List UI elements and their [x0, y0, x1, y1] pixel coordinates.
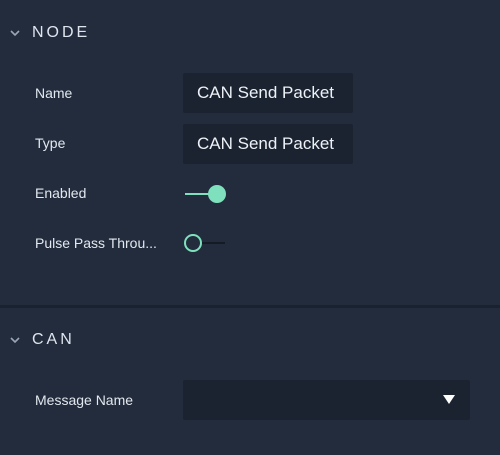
section-divider [0, 305, 500, 308]
node-section-title: NODE [32, 24, 91, 41]
pulse-toggle-knob[interactable] [184, 234, 202, 252]
enabled-toggle-knob[interactable] [208, 185, 226, 203]
pulse-pass-through-label: Pulse Pass Throu... [35, 235, 157, 251]
caret-down-icon[interactable] [443, 395, 455, 404]
message-name-select[interactable] [183, 380, 470, 420]
can-section-title: CAN [32, 331, 75, 348]
message-name-label: Message Name [35, 392, 134, 408]
type-label: Type [35, 135, 66, 151]
name-field[interactable]: CAN Send Packet [183, 73, 353, 113]
can-section-header[interactable]: CAN [0, 325, 500, 355]
enabled-toggle[interactable] [183, 184, 229, 204]
inspector-panel: NODE Name CAN Send Packet Type CAN Send … [0, 0, 500, 455]
enabled-label: Enabled [35, 185, 87, 201]
type-field[interactable]: CAN Send Packet [183, 124, 353, 164]
node-section-header[interactable]: NODE [0, 18, 500, 48]
name-label: Name [35, 85, 73, 101]
chevron-down-icon[interactable] [8, 333, 22, 347]
pulse-pass-through-toggle[interactable] [183, 233, 229, 253]
chevron-down-icon[interactable] [8, 26, 22, 40]
